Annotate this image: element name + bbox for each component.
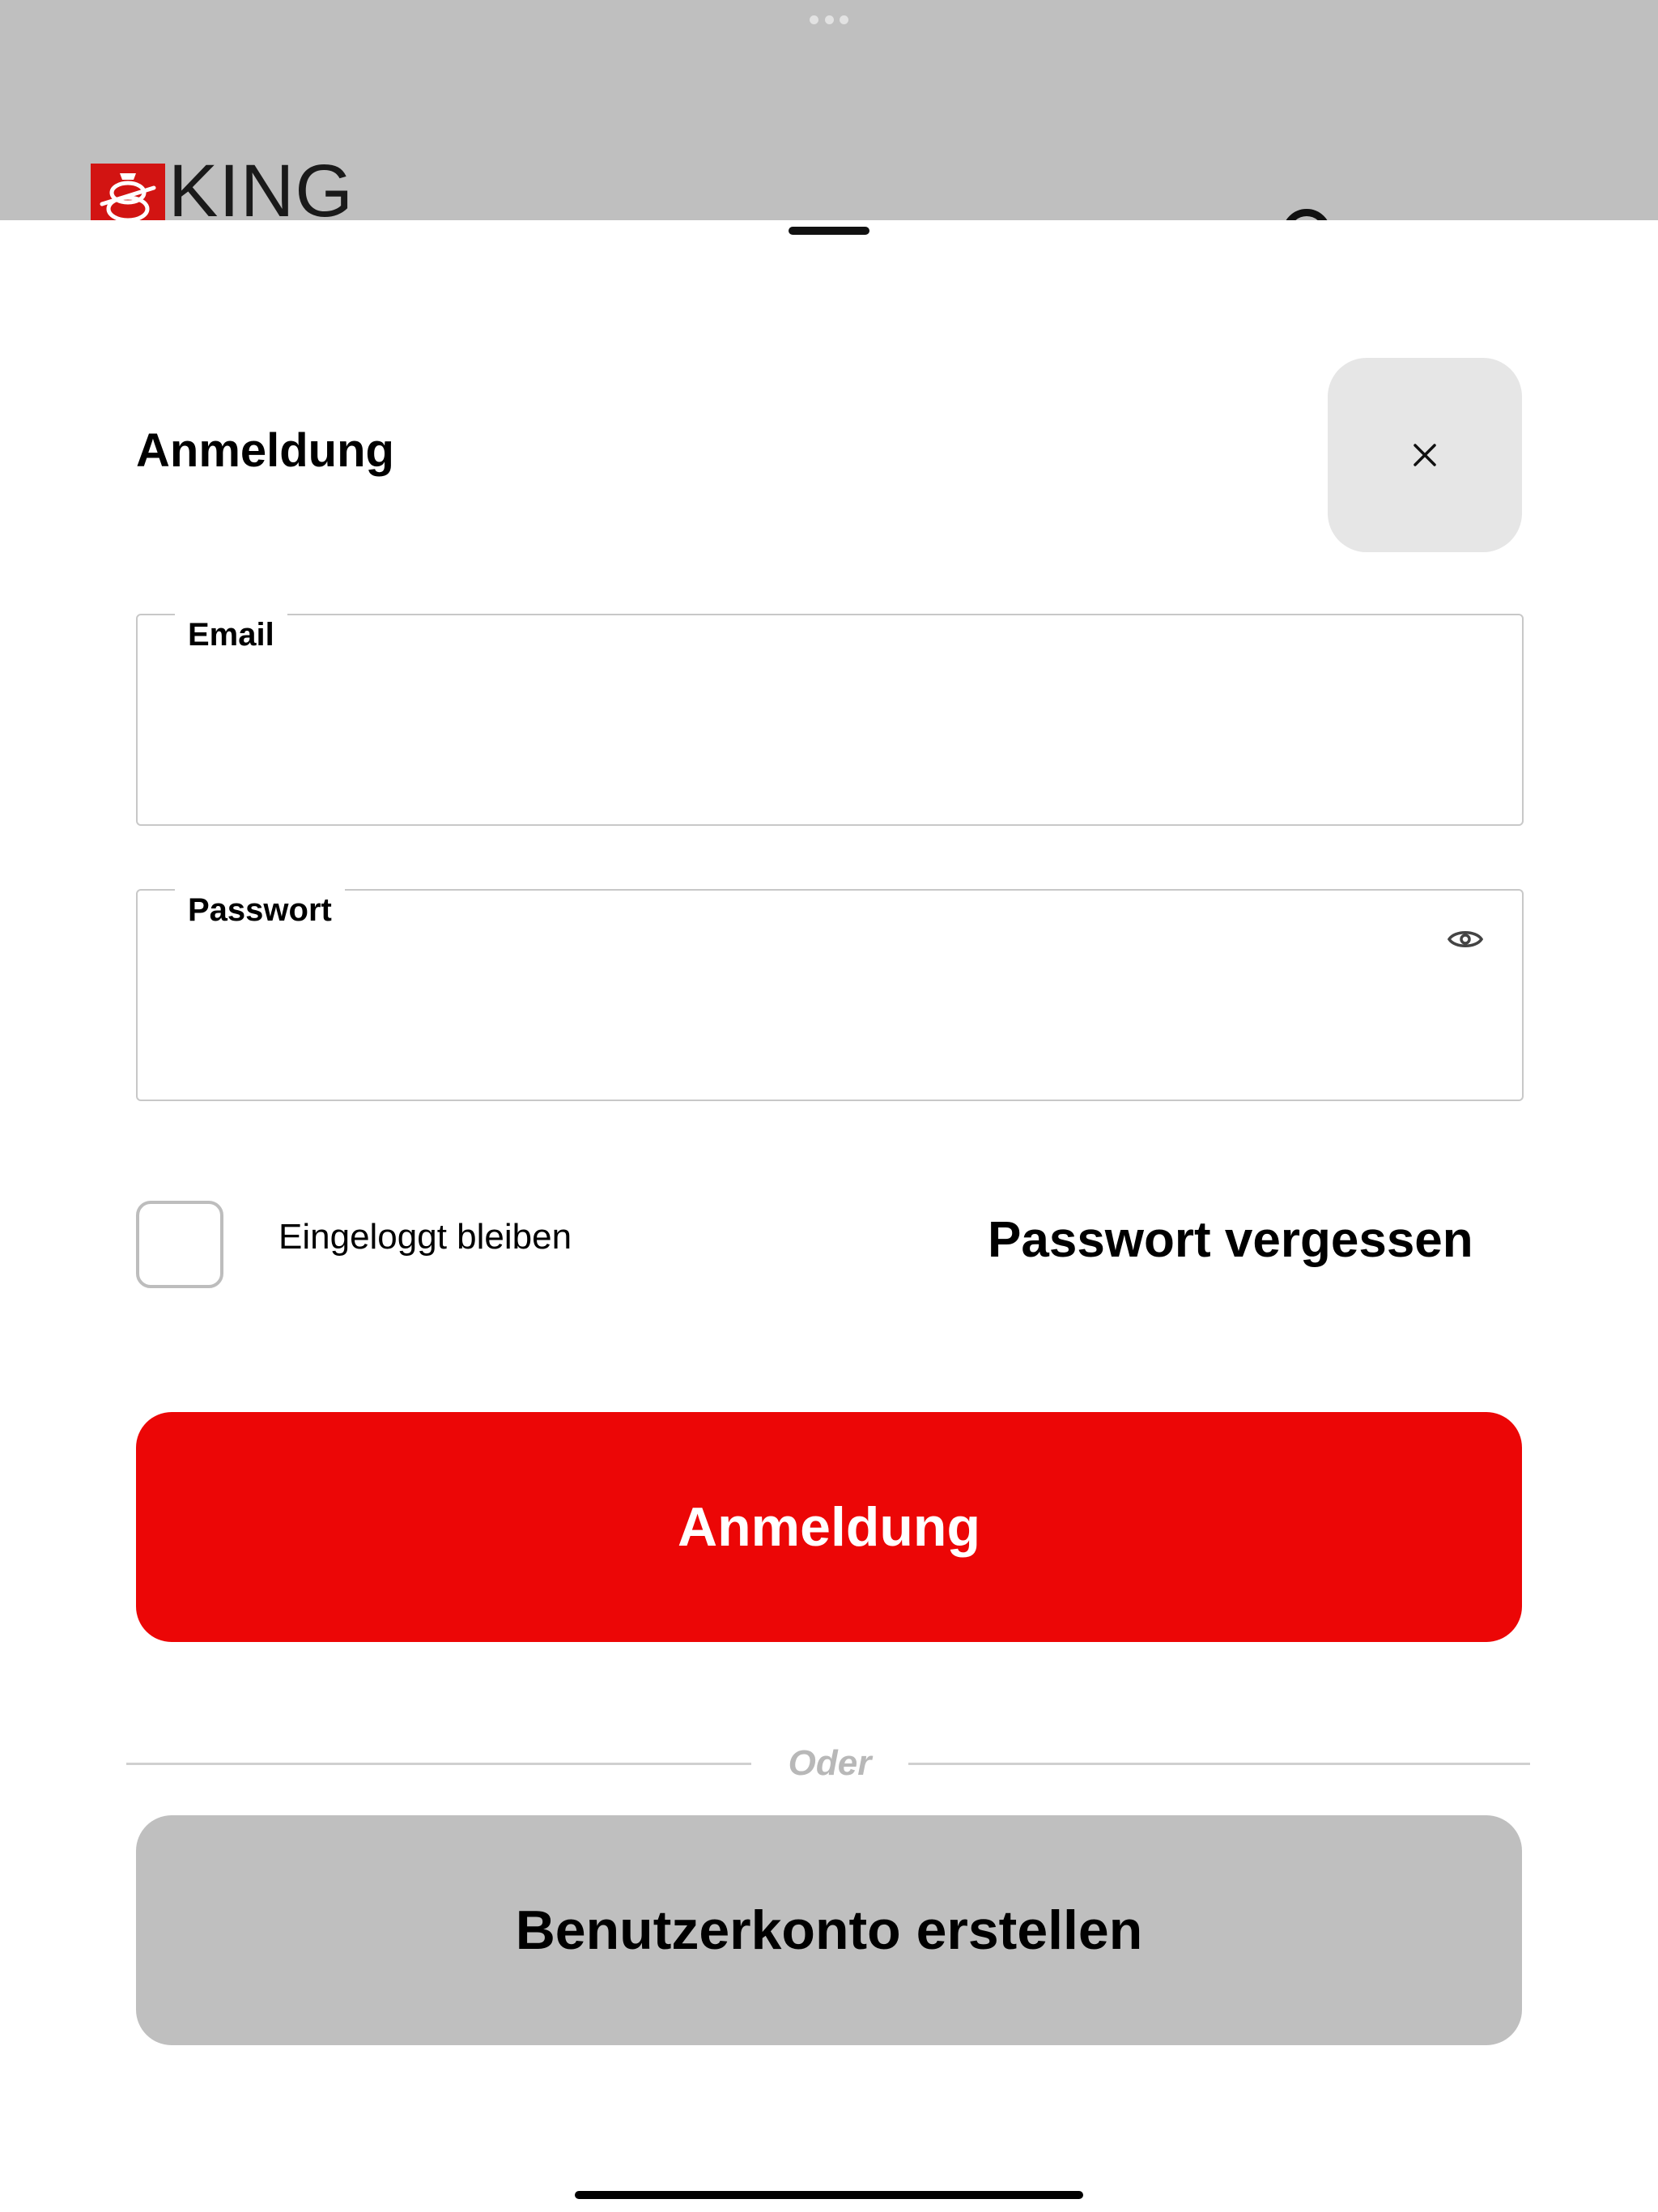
user-icon[interactable] <box>1282 209 1331 220</box>
remember-me-label[interactable]: Eingeloggt bleiben <box>278 1217 572 1257</box>
remember-me-row: Eingeloggt bleiben <box>136 1200 572 1289</box>
brand-logo: KING <box>91 154 354 220</box>
home-indicator[interactable] <box>575 2191 1083 2199</box>
email-input[interactable] <box>186 696 1404 779</box>
sheet-grabber[interactable] <box>789 227 869 235</box>
background-app: KING <box>0 0 1658 220</box>
divider-line-right <box>908 1763 1530 1765</box>
close-button[interactable] <box>1328 358 1522 552</box>
email-field-container: Email <box>136 612 1524 826</box>
or-divider: Oder <box>126 1739 1530 1788</box>
login-sheet: Anmeldung Email Passwort Eingeloggt blei… <box>0 220 1658 2212</box>
forgot-password-link[interactable]: Passwort vergessen <box>988 1210 1473 1271</box>
show-password-toggle[interactable] <box>1433 915 1498 963</box>
create-account-button[interactable]: Benutzerkonto erstellen <box>136 1815 1522 2045</box>
eye-icon <box>1448 931 1483 947</box>
sheet-title: Anmeldung <box>136 424 394 477</box>
password-input[interactable] <box>186 972 1404 1054</box>
divider-text: Oder <box>788 1743 872 1783</box>
email-label: Email <box>175 612 287 657</box>
password-field-container: Passwort <box>136 887 1524 1101</box>
login-button[interactable]: Anmeldung <box>136 1412 1522 1642</box>
remember-me-checkbox[interactable] <box>136 1201 223 1288</box>
more-dots-icon[interactable] <box>810 15 848 24</box>
brand-name: KING <box>168 150 354 220</box>
password-label: Passwort <box>175 887 345 933</box>
kebab-logo-icon <box>91 164 165 220</box>
divider-line-left <box>126 1763 751 1765</box>
close-icon <box>1414 444 1436 466</box>
